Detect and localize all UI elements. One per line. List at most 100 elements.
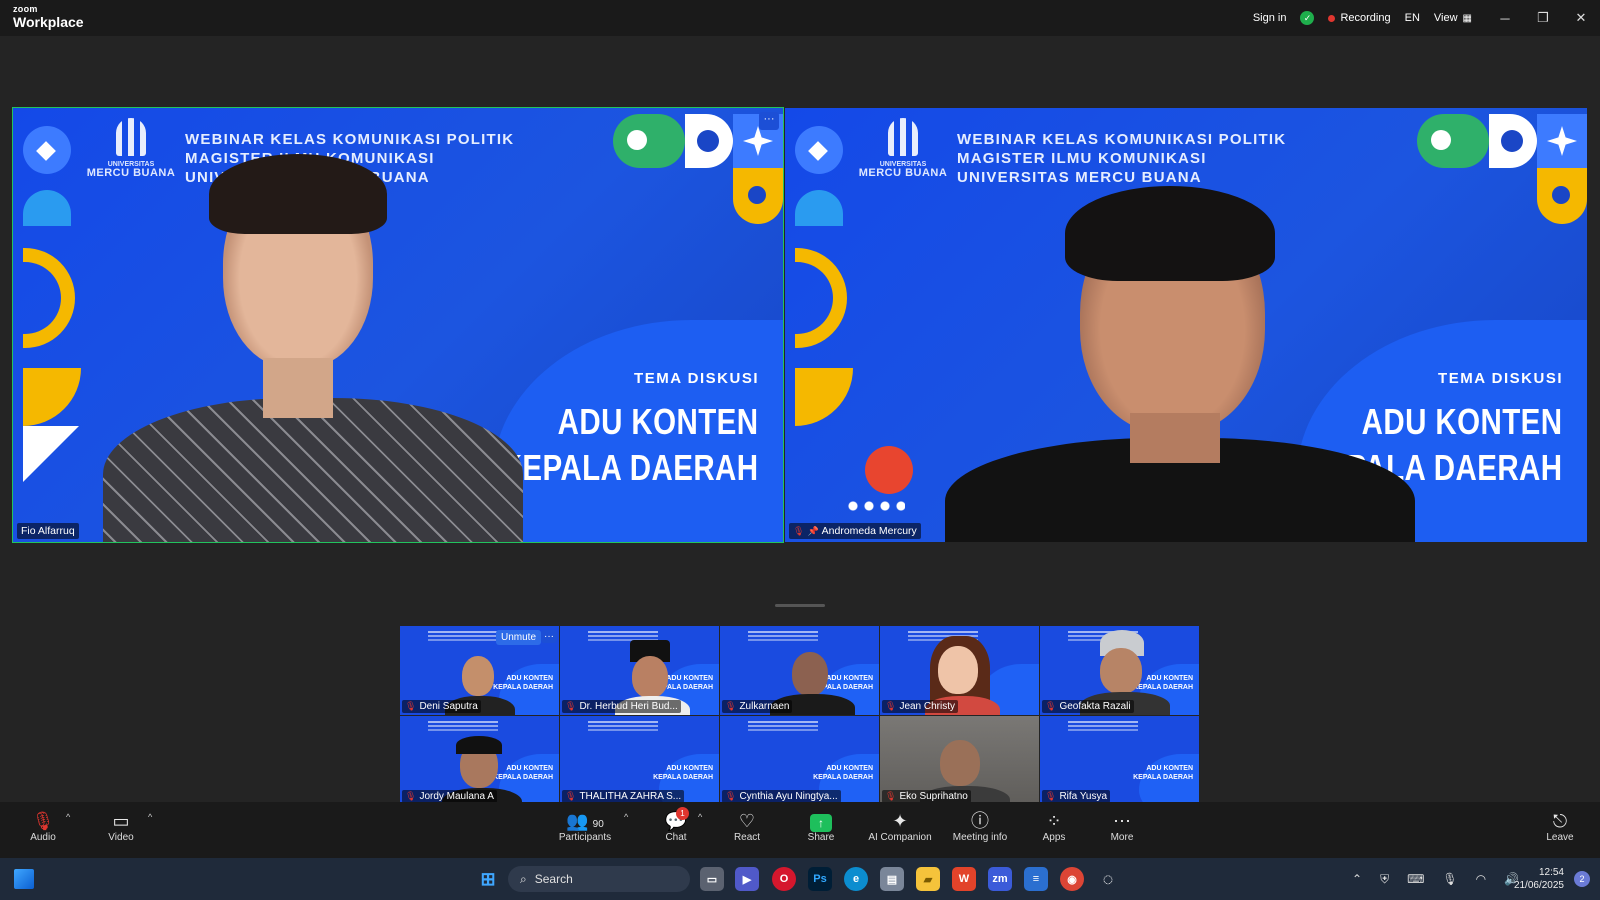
decor-dot [697, 130, 719, 152]
tile-more-button[interactable]: ··· [759, 112, 779, 130]
gallery-tile[interactable]: ADU KONTEN KEPALA DAERAH 🎙 Rifa Yusya [1040, 716, 1200, 806]
theme-line-1: ADU KONTEN [1362, 401, 1563, 442]
recording-indicator[interactable]: Recording [1328, 12, 1391, 24]
participant-name-tag: 🎙 Dr. Herbud Heri Bud... [562, 700, 681, 713]
muted-mic-icon: 🎙 [885, 791, 897, 801]
audio-label: Audio [30, 832, 56, 843]
chevron-up-icon[interactable]: ⌃ [1352, 872, 1362, 886]
minimize-button[interactable]: ─ [1486, 0, 1524, 36]
app-icon[interactable]: ▤ [880, 867, 904, 891]
meet-app-icon[interactable]: ▶ [735, 867, 759, 891]
chat-button[interactable]: 💬 1 Chat [662, 807, 690, 843]
react-button[interactable]: ♡ React [732, 810, 762, 843]
windows-logo-icon[interactable]: ⊞ [476, 867, 500, 891]
gallery-tile[interactable]: ADU KONTEN KEPALA DAERAH Unmute ··· 🎙 Deni… [400, 626, 560, 716]
decor-pill [613, 114, 685, 168]
uni-big-text: MERCU BUANA [86, 167, 176, 179]
view-button[interactable]: View ▦ [1434, 12, 1472, 24]
decor-dot [1431, 130, 1451, 150]
microphone-icon[interactable]: 🎙 [1442, 872, 1457, 886]
recording-label: Recording [1340, 12, 1391, 24]
wifi-icon[interactable]: ◠ [1476, 872, 1486, 886]
notification-badge[interactable]: 2 [1574, 871, 1590, 887]
brave-icon[interactable]: W [952, 867, 976, 891]
leave-button[interactable]: ⎋ Leave [1545, 810, 1575, 843]
decor-dots [845, 498, 905, 514]
opera-icon[interactable]: O [772, 867, 796, 891]
gallery-tile[interactable]: ADU KONTEN KEPALA DAERAH 🎙 Dr. Herbud Heri… [560, 626, 720, 716]
ai-companion-button[interactable]: ✦ AI Companion [866, 810, 934, 843]
decor-pill [1417, 114, 1489, 168]
gallery-tile[interactable]: ADU KONTEN KEPALA DAERAH 🎙 Jordy Maulana A [400, 716, 560, 806]
gallery-tile[interactable]: 🎙 Eko Suprihatno [880, 716, 1040, 806]
vpn-icon[interactable]: ⛨ [1380, 872, 1389, 887]
chat-options-caret[interactable]: ^ [698, 812, 702, 822]
gallery-tile[interactable]: ADU KONTEN KEPALA DAERAH 🎙 THALITHA ZAHRA … [560, 716, 720, 806]
unmute-button[interactable]: Unmute [496, 630, 542, 645]
language-button[interactable]: EN [1405, 12, 1420, 24]
gallery-tile[interactable]: ADU KONTEN KEPALA DAERAH 🎙 Geofakta Razali [1040, 626, 1200, 716]
muted-mic-icon: 🎙 [405, 701, 417, 711]
resize-handle[interactable] [775, 604, 825, 607]
speaker-tile-1[interactable]: UNIVERSITAS MERCU BUANA WEBINAR KELAS KO… [12, 107, 784, 543]
encryption-shield[interactable]: ✓ [1300, 11, 1315, 25]
tile-more-button[interactable]: ··· [541, 630, 557, 643]
close-button[interactable]: ✕ [1562, 0, 1600, 36]
view-label: View [1433, 12, 1458, 24]
gallery-tile[interactable]: ADU KONTEN KEPALA DAERAH 🎙 Zulkarnaen [720, 626, 880, 716]
university-logo: UNIVERSITAS MERCU BUANA [86, 118, 176, 179]
mini-slide-title [428, 631, 498, 633]
sign-in-button[interactable]: Sign in [1253, 12, 1287, 24]
grid-icon: ▦ [1462, 12, 1472, 24]
gallery-tile[interactable]: 🎙 Jean Christy [880, 626, 1040, 716]
video-options-caret[interactable]: ^ [148, 812, 152, 822]
photoshop-icon[interactable]: Ps [808, 867, 832, 891]
apps-button[interactable]: ⁘ Apps [1040, 810, 1068, 843]
chrome-icon[interactable]: ◉ [1060, 867, 1084, 891]
more-label: More [1110, 832, 1134, 843]
mini-theme: ADU KONTEN KEPALA DAERAH [493, 675, 553, 691]
mini-slide-title [1068, 721, 1138, 723]
system-tray: ⌃ ⛨ ⌨ 🎙 ◠ 🔊 [1352, 858, 1519, 900]
notepad-icon[interactable]: ≡ [1024, 867, 1048, 891]
participants-count: 90 [592, 819, 604, 830]
clock-time: 12:54 [1538, 867, 1564, 878]
steam-icon[interactable]: ◌ [1096, 867, 1120, 891]
speaker-name: Fio Alfarruq [21, 525, 75, 537]
pin-icon: 📌 [807, 525, 819, 536]
muted-mic-icon: 🎙 [1045, 791, 1057, 801]
video-button[interactable]: ▭ Video [104, 810, 138, 843]
meeting-info-label: Meeting info [952, 832, 1008, 843]
restore-button[interactable]: ❐ [1524, 0, 1562, 36]
decor-dot [748, 186, 766, 204]
gallery-tile[interactable]: ADU KONTEN KEPALA DAERAH 🎙 Cynthia Ayu Nin… [720, 716, 880, 806]
heart-icon: ♡ [738, 811, 756, 831]
theme-line-1: ADU KONTEN [558, 401, 759, 442]
leave-icon: ⎋ [1552, 811, 1568, 831]
participants-button[interactable]: 👥 90 Participants [556, 810, 614, 843]
taskbar-search[interactable]: ⌕ Search [508, 866, 690, 892]
zoom-app-icon[interactable]: zm [988, 867, 1012, 891]
audio-button[interactable]: 🎙 Audio [28, 810, 58, 843]
participants-options-caret[interactable]: ^ [624, 812, 628, 822]
chat-label: Chat [665, 832, 687, 843]
clock[interactable]: 12:54 21/06/2025 [1514, 866, 1564, 892]
muted-mic-icon: 🎙 [725, 701, 737, 711]
slide-title-line: WEBINAR KELAS KOMUNIKASI POLITIK [185, 131, 515, 148]
keyboard-icon[interactable]: ⌨ [1407, 872, 1424, 886]
more-button[interactable]: ⋯ More [1108, 810, 1136, 843]
muted-mic-icon: 🎙 [1045, 701, 1057, 711]
react-label: React [733, 832, 761, 843]
folder-icon[interactable]: ▰ [916, 867, 940, 891]
title-bar-controls: Sign in ✓ Recording EN View ▦ ─ ❐ ✕ [1253, 0, 1600, 36]
audio-options-caret[interactable]: ^ [66, 812, 70, 822]
speaker-tile-2[interactable]: UNIVERSITAS MERCU BUANA WEBINAR KELAS KO… [785, 108, 1587, 542]
task-view-icon[interactable]: ▭ [700, 867, 724, 891]
edge-icon[interactable]: e [844, 867, 868, 891]
windows-taskbar: ⊞ ⌕ Search ▭ ▶ O Ps e ▤ ▰ W zm ≡ ◉ ◌ ⌃ ⛨… [0, 858, 1600, 900]
meeting-info-button[interactable]: ⓘ Meeting info [950, 810, 1010, 843]
mini-theme: ADU KONTEN KEPALA DAERAH [1133, 765, 1193, 781]
share-button[interactable]: ↑ Share [806, 810, 836, 843]
windows-start-icon[interactable] [14, 869, 34, 889]
uni-big-text: MERCU BUANA [858, 167, 948, 179]
